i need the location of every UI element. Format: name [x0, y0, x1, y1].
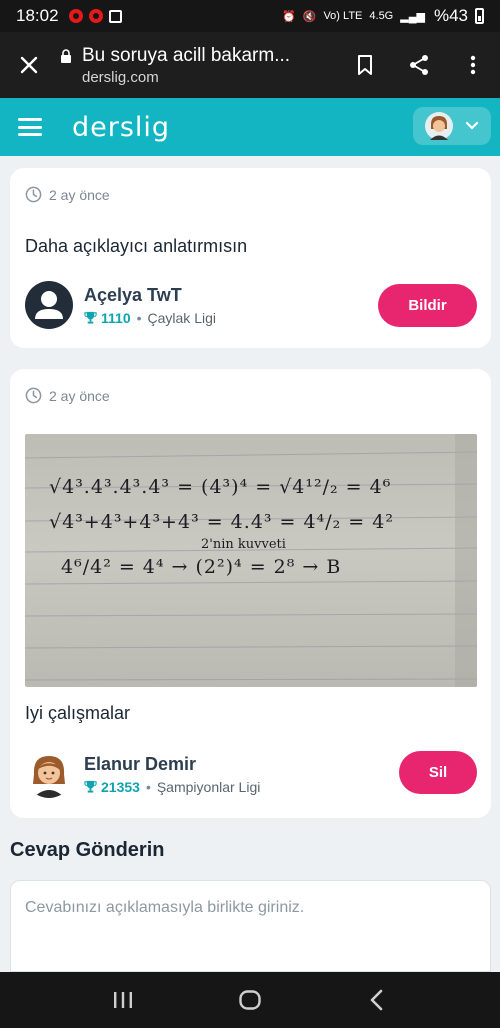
delete-button[interactable]: Sil	[399, 751, 477, 794]
author-points: 1110	[101, 309, 131, 326]
separator-dot: •	[136, 309, 142, 326]
hamburger-menu-icon[interactable]	[18, 118, 42, 136]
clock-icon	[25, 387, 42, 404]
share-icon	[410, 55, 428, 75]
answer-meta: 2 ay önce	[25, 186, 110, 203]
handwritten-note: 2'nin kuvveti	[201, 537, 286, 552]
system-navigation-bar	[0, 972, 500, 1028]
answer-author: Elanur Demir 21353 • Şampiyonlar Ligi	[25, 750, 260, 798]
handwritten-line: √4³.4³.4³.4³ = (4³)⁴ = √4¹²/₂ = 4⁶	[49, 476, 392, 498]
reply-section-title: Cevap Gönderin	[10, 839, 165, 861]
lock-icon	[58, 49, 74, 63]
more-options-button[interactable]	[446, 54, 500, 76]
url-bar[interactable]: Bu soruya acill bakarm... derslig.com	[82, 45, 338, 86]
network-type-indicator: 4.5G	[369, 10, 394, 22]
answer-meta: 2 ay önce	[25, 387, 110, 404]
handwritten-line: 4⁶/4² = 4⁴ → (2²)⁴ = 2⁸ → B	[61, 556, 342, 578]
trophy-icon	[84, 780, 97, 793]
status-time: 18:02	[16, 6, 59, 25]
bookmark-icon	[358, 55, 372, 75]
mute-icon: 🔇	[302, 10, 317, 23]
vodafone-notification-icon	[88, 9, 103, 23]
page-title: Bu soruya acill bakarm...	[82, 44, 291, 66]
chevron-down-icon	[465, 121, 479, 130]
avatar[interactable]	[25, 750, 73, 798]
girl-avatar-icon	[33, 756, 65, 798]
user-menu-button[interactable]	[413, 107, 491, 145]
home-button[interactable]	[235, 985, 265, 1015]
download-notification-icon	[108, 9, 122, 23]
back-icon	[370, 989, 382, 1011]
derslig-logo[interactable]: derslig	[72, 112, 170, 143]
default-user-icon	[35, 291, 63, 319]
signal-icon: ▂▄▆	[400, 10, 425, 23]
answer-text: Daha açıklayıcı anlatırmısın	[25, 236, 248, 256]
back-button[interactable]	[362, 985, 392, 1015]
status-bar: 18:02 ⏰ 🔇 Vo) LTE 4.5G ▂▄▆ %43	[0, 0, 500, 32]
answer-author: Açelya TwT 1110 • Çaylak Ligi	[25, 281, 216, 329]
battery-icon	[475, 8, 484, 24]
recent-apps-icon	[114, 992, 133, 1008]
trophy-icon	[84, 311, 97, 324]
youtube-notification-icon	[68, 9, 83, 23]
close-icon	[20, 56, 38, 74]
notification-icons	[68, 9, 122, 23]
close-tab-button[interactable]	[0, 55, 58, 75]
bookmark-button[interactable]	[338, 54, 392, 76]
author-name[interactable]: Elanur Demir	[84, 754, 260, 775]
answer-time: 2 ay önce	[49, 387, 110, 404]
page-domain: derslig.com	[82, 68, 159, 86]
author-stats: 1110 • Çaylak Ligi	[84, 310, 216, 326]
answer-input[interactable]: Cevabınızı açıklamasıyla birlikte girini…	[10, 880, 491, 972]
answer-photo[interactable]: √4³.4³.4³.4³ = (4³)⁴ = √4¹²/₂ = 4⁶ √4³+4…	[25, 434, 477, 687]
avatar[interactable]	[25, 281, 73, 329]
app-header: derslig	[0, 98, 500, 156]
alarm-icon: ⏰	[282, 10, 296, 23]
browser-toolbar: Bu soruya acill bakarm... derslig.com	[0, 32, 500, 98]
battery-percent: %43	[433, 6, 468, 25]
author-stats: 21353 • Şampiyonlar Ligi	[84, 779, 260, 795]
author-league: Şampiyonlar Ligi	[156, 778, 261, 795]
volte-indicator: Vo) LTE	[323, 10, 363, 22]
clock-icon	[25, 186, 42, 203]
user-avatar-small	[425, 112, 453, 140]
recent-apps-button[interactable]	[108, 985, 138, 1015]
answer-card: 2 ay önce Daha açıklayıcı anlatırmısın A…	[10, 168, 491, 348]
report-button[interactable]: Bildir	[378, 284, 477, 327]
home-icon	[239, 990, 261, 1010]
share-button[interactable]	[392, 54, 446, 76]
author-league: Çaylak Ligi	[147, 309, 216, 326]
system-icons: ⏰ 🔇 Vo) LTE 4.5G ▂▄▆ %43	[282, 6, 484, 26]
handwritten-line: √4³+4³+4³+4³ = 4.4³ = 4⁴/₂ = 4²	[49, 511, 394, 533]
more-vert-icon	[470, 55, 476, 75]
answer-time: 2 ay önce	[49, 186, 110, 203]
author-name[interactable]: Açelya TwT	[84, 285, 216, 306]
answer-card: 2 ay önce √4³.4³.4³.4³ = (4³)⁴ = √4¹²/₂ …	[10, 369, 491, 818]
answer-text: Iyi çalışmalar	[25, 703, 131, 723]
separator-dot: •	[145, 778, 151, 795]
author-points: 21353	[101, 778, 140, 795]
